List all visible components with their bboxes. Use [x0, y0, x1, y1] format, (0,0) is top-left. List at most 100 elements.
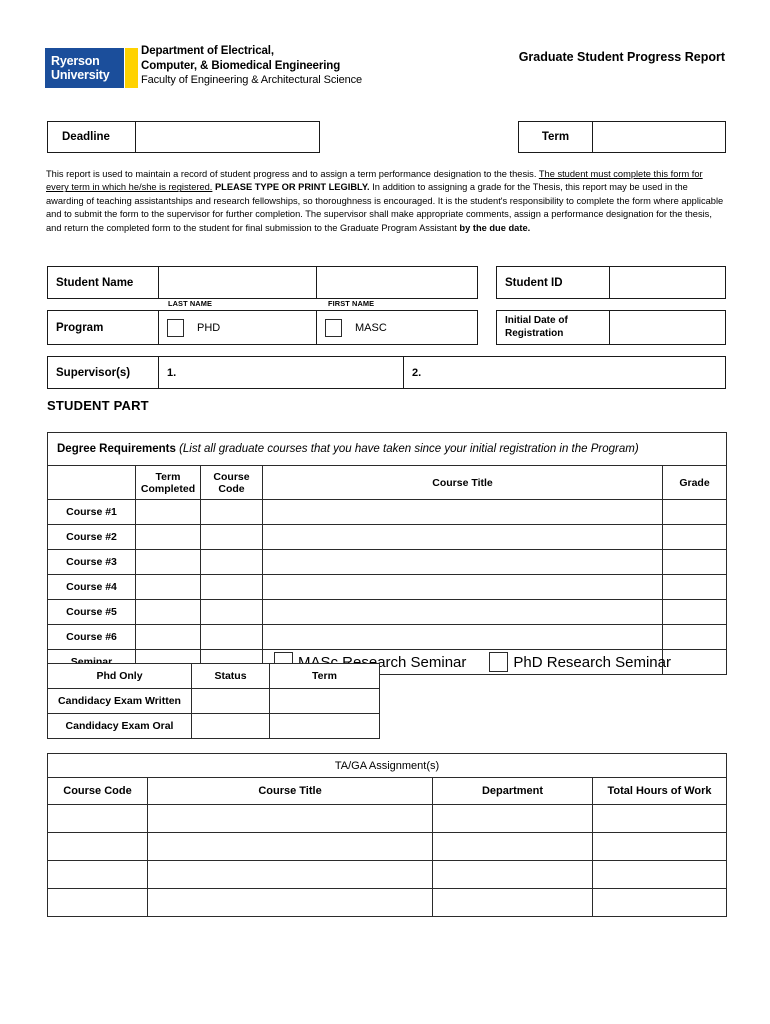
initial-date-label-line-2: Registration [505, 327, 564, 339]
course-term-input[interactable] [135, 524, 201, 550]
taga-header-total-hours: Total Hours of Work [591, 777, 728, 805]
candidacy-exam-written-label: Candidacy Exam Written [47, 688, 192, 714]
course-row-label: Course #2 [47, 524, 136, 550]
degree-header-row: Term Completed Course Code Course Title … [47, 465, 728, 500]
student-id-label: Student ID [497, 267, 610, 298]
taga-department-input[interactable] [432, 860, 593, 889]
logo-line-ryerson: Ryerson [51, 54, 100, 68]
table-row: Course #2 [47, 524, 728, 550]
course-grade-input[interactable] [661, 624, 728, 650]
taga-hours-input[interactable] [591, 860, 728, 889]
taga-course-code-input[interactable] [47, 804, 148, 833]
seminar-grade-input[interactable] [661, 649, 728, 675]
course-grade-input[interactable] [661, 574, 728, 600]
taga-course-code-input[interactable] [47, 860, 148, 889]
course-term-input[interactable] [135, 499, 201, 525]
table-row [47, 888, 728, 917]
table-row: Course #3 [47, 549, 728, 575]
table-row: Course #6 [47, 624, 728, 650]
candidacy-exam-written-status-input[interactable] [191, 688, 270, 714]
course-title-input[interactable] [262, 499, 663, 525]
table-row: Course #5 [47, 599, 728, 625]
taga-department-input[interactable] [432, 832, 593, 861]
table-row [47, 860, 728, 889]
phd-header-row: Phd Only Status Term [47, 663, 380, 689]
course-grade-input[interactable] [661, 499, 728, 525]
taga-assignments-table: TA/GA Assignment(s) Course Code Course T… [46, 753, 728, 917]
candidacy-exam-oral-status-input[interactable] [191, 713, 270, 739]
candidacy-exam-written-term-input[interactable] [269, 688, 380, 714]
course-grade-input[interactable] [661, 549, 728, 575]
program-option-phd[interactable]: PHD [159, 311, 317, 344]
course-title-input[interactable] [262, 624, 663, 650]
page-title: Graduate Student Progress Report [518, 50, 725, 64]
taga-course-title-input[interactable] [147, 860, 433, 889]
course-code-input[interactable] [200, 499, 263, 525]
taga-course-title-input[interactable] [147, 804, 433, 833]
intro-text-1: This report is used to maintain a record… [46, 169, 539, 179]
course-title-input[interactable] [262, 549, 663, 575]
supervisor-2-input[interactable]: 2. [404, 357, 725, 388]
taga-hours-input[interactable] [591, 888, 728, 917]
logo-wordmark: Ryerson University [45, 48, 124, 88]
initial-date-input[interactable] [610, 311, 725, 344]
deadline-field-group: Deadline [47, 121, 320, 153]
course-grade-input[interactable] [661, 524, 728, 550]
candidacy-exam-oral-term-input[interactable] [269, 713, 380, 739]
checkbox-phd-icon[interactable] [167, 318, 184, 337]
deadline-input[interactable] [136, 122, 319, 152]
course-term-input[interactable] [135, 574, 201, 600]
department-line-1: Department of Electrical, [141, 45, 274, 57]
taga-course-title-input[interactable] [147, 832, 433, 861]
course-title-input[interactable] [262, 524, 663, 550]
header-code-line-2: Code [218, 482, 245, 495]
course-title-input[interactable] [262, 599, 663, 625]
course-code-input[interactable] [200, 599, 263, 625]
taga-course-title-input[interactable] [147, 888, 433, 917]
initial-date-label: Initial Date of Registration [497, 311, 610, 344]
course-code-input[interactable] [200, 624, 263, 650]
student-name-label: Student Name [48, 267, 159, 298]
phd-header-status: Status [191, 663, 270, 689]
section-heading-student-part: STUDENT PART [47, 398, 149, 413]
student-id-field-group: Student ID [496, 266, 726, 299]
taga-header-course-title: Course Title [147, 777, 433, 805]
taga-department-input[interactable] [432, 888, 593, 917]
initial-date-label-line-1: Initial Date of [505, 315, 568, 326]
intro-bold-text-1: PLEASE TYPE OR PRINT LEGIBLY. [212, 182, 370, 193]
checkbox-phd-research-seminar-icon[interactable] [489, 652, 509, 672]
checkbox-masc-icon[interactable] [325, 318, 342, 337]
taga-banner: TA/GA Assignment(s) [46, 753, 728, 778]
taga-hours-input[interactable] [591, 804, 728, 833]
program-option-masc[interactable]: MASC [317, 311, 477, 344]
taga-course-code-input[interactable] [47, 832, 148, 861]
program-option-phd-label: PHD [197, 321, 221, 334]
taga-hours-input[interactable] [591, 832, 728, 861]
degree-requirements-banner: Degree Requirements (List all graduate c… [46, 432, 728, 466]
supervisor-1-input[interactable]: 1. [159, 357, 404, 388]
program-label: Program [48, 311, 159, 344]
course-code-input[interactable] [200, 524, 263, 550]
course-code-input[interactable] [200, 574, 263, 600]
course-term-input[interactable] [135, 624, 201, 650]
department-block: Department of Electrical, Computer, & Bi… [141, 44, 362, 88]
course-grade-input[interactable] [661, 599, 728, 625]
taga-course-code-input[interactable] [47, 888, 148, 917]
taga-department-input[interactable] [432, 804, 593, 833]
course-code-input[interactable] [200, 549, 263, 575]
term-field-group: Term [518, 121, 726, 153]
course-title-input[interactable] [262, 574, 663, 600]
logo-line-university: University [51, 68, 110, 82]
supervisors-label: Supervisor(s) [48, 357, 159, 388]
table-row: Course #4 [47, 574, 728, 600]
degree-requirements-table: Degree Requirements (List all graduate c… [46, 432, 728, 675]
first-name-input[interactable] [317, 267, 477, 298]
header-term-line-2: Completed [140, 482, 196, 495]
term-input[interactable] [593, 122, 725, 152]
degree-banner-italic: (List all graduate courses that you have… [175, 443, 639, 455]
student-id-input[interactable] [610, 267, 725, 298]
course-term-input[interactable] [135, 599, 201, 625]
course-term-input[interactable] [135, 549, 201, 575]
phd-header-term: Term [269, 663, 380, 689]
last-name-input[interactable] [159, 267, 317, 298]
